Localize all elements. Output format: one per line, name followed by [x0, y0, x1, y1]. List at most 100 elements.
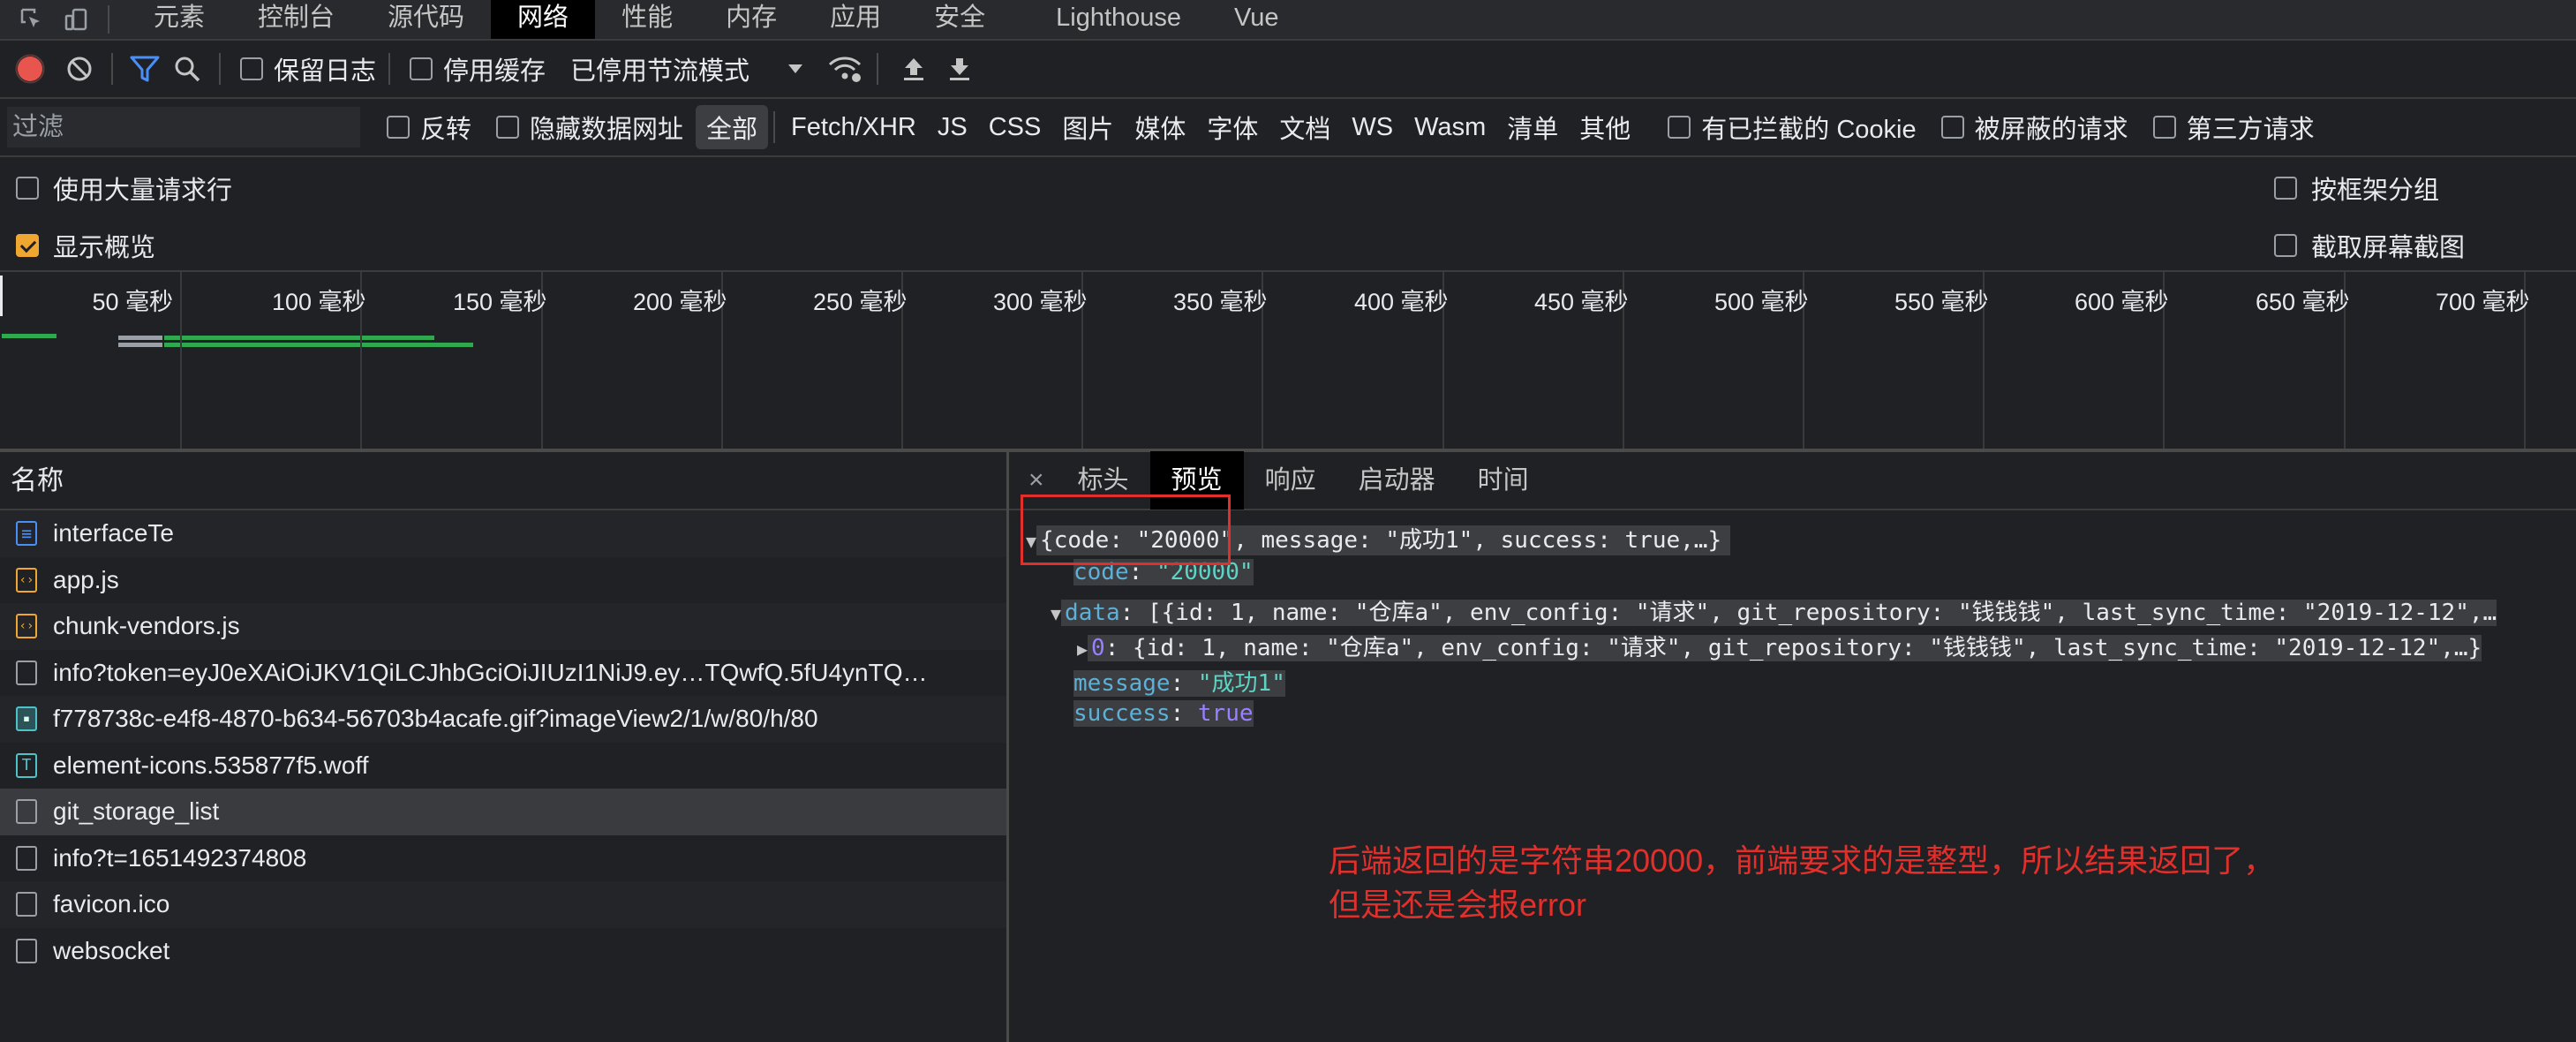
type-filter-js[interactable]: JS [927, 109, 978, 146]
chevron-down-icon[interactable] [787, 63, 804, 75]
request-row[interactable]: websocket [0, 928, 1006, 975]
request-name: favicon.ico [53, 890, 170, 918]
annotation-text: 后端返回的是字符串20000，前端要求的是整型，所以结果返回了， 但是还是会报e… [1329, 839, 2275, 927]
show-overview-option: 显示概览 [16, 227, 155, 264]
timeline-tick-label: 300 毫秒 [993, 289, 1088, 315]
request-row[interactable]: git_storage_list [0, 789, 1006, 835]
timeline-overview[interactable]: 50 毫秒 100 毫秒 150 毫秒 200 毫秒 250 毫秒 300 毫秒 350 毫… [0, 272, 2576, 449]
json-item0-row[interactable]: ▶ 0: {id: 1, name: "仓库a", env_config: "请求… [1077, 630, 2482, 662]
request-row[interactable]: favicon.ico [0, 881, 1006, 928]
import-har-icon[interactable] [894, 49, 933, 88]
blocked-requests-checkbox[interactable] [1940, 116, 1964, 139]
group-by-frame-checkbox[interactable] [2274, 177, 2297, 200]
json-key: success [1073, 700, 1171, 727]
tab-memory[interactable]: 内存 [699, 0, 803, 39]
file-icon [16, 938, 37, 963]
clear-button[interactable] [60, 49, 99, 88]
blocked-requests-label: 被屏蔽的请求 [1974, 116, 2128, 144]
blocked-cookies-checkbox[interactable] [1668, 116, 1691, 139]
search-icon[interactable] [168, 49, 207, 88]
request-name: element-icons.535877f5.woff [53, 751, 369, 779]
json-array-summary: [{id: 1, name: "仓库a", env_config: "请求", … [1147, 600, 2497, 626]
record-button[interactable] [11, 49, 49, 88]
preserve-log-checkbox[interactable] [240, 57, 263, 80]
request-row[interactable]: ▪ f778738c-e4f8-4870-b634-56703b4acafe.gi… [0, 696, 1006, 743]
type-filter-doc[interactable]: 文档 [1269, 105, 1341, 149]
timeline-tick-label: 550 毫秒 [1894, 289, 1989, 315]
font-icon: T [16, 752, 37, 778]
request-name: chunk-vendors.js [53, 612, 240, 640]
show-overview-checkbox[interactable] [16, 234, 39, 257]
request-row[interactable]: info?token=eyJ0eXAiOiJKV1QiLCJhbGciOiJIU… [0, 650, 1006, 697]
json-data-row[interactable]: ▼ data: [{id: 1, name: "仓库a", env_config:… [1051, 594, 2497, 627]
type-filter-media[interactable]: 媒体 [1124, 105, 1196, 149]
timeline-cursor [0, 276, 3, 316]
request-row[interactable]: ‹› app.js [0, 557, 1006, 604]
capture-screenshots-checkbox[interactable] [2274, 234, 2297, 257]
group-by-frame-option: 按框架分组 [2274, 170, 2439, 207]
tab-console[interactable]: 控制台 [231, 0, 361, 39]
show-overview-label: 显示概览 [53, 234, 156, 262]
toolbar-divider [877, 53, 879, 85]
toolbar-divider [111, 53, 113, 85]
request-row[interactable]: info?t=1651492374808 [0, 835, 1006, 882]
expand-triangle-icon[interactable]: ▼ [1051, 603, 1061, 624]
export-har-icon[interactable] [940, 49, 979, 88]
close-icon[interactable]: × [1009, 465, 1057, 495]
type-filter-all[interactable]: 全部 [696, 105, 769, 149]
tab-elements[interactable]: 元素 [127, 0, 231, 39]
timeline-tick-label: 600 毫秒 [2075, 289, 2169, 315]
collapse-triangle-icon[interactable]: ▶ [1077, 638, 1088, 660]
timeline-tick-label: 450 毫秒 [1534, 289, 1629, 315]
name-column-header[interactable]: 名称 [0, 452, 1006, 510]
type-filter-other[interactable]: 其他 [1569, 105, 1641, 149]
large-rows-checkbox[interactable] [16, 177, 39, 200]
timeline-tick-label: 350 毫秒 [1173, 289, 1268, 315]
inspect-element-icon[interactable] [19, 7, 44, 32]
tab-performance[interactable]: 性能 [595, 0, 699, 39]
tab-initiator[interactable]: 启动器 [1337, 451, 1457, 510]
filter-funnel-icon[interactable] [125, 49, 164, 88]
json-object-summary: {id: 1, name: "仓库a", env_config: "请求", g… [1133, 635, 2482, 661]
network-conditions-icon[interactable] [825, 49, 864, 88]
request-row[interactable]: ‹› chunk-vendors.js [0, 603, 1006, 650]
request-name: info?token=eyJ0eXAiOiJKV1QiLCJhbGciOiJIU… [53, 658, 928, 686]
tab-sources[interactable]: 源代码 [361, 0, 491, 39]
type-filter-font[interactable]: 字体 [1196, 105, 1269, 149]
timeline-tick-label: 200 毫秒 [633, 289, 727, 315]
timeline-gridline [180, 272, 182, 449]
tab-response[interactable]: 响应 [1244, 451, 1337, 510]
invert-checkbox[interactable] [387, 116, 410, 139]
type-filter-fetch-xhr[interactable]: Fetch/XHR [780, 109, 927, 146]
type-filter-ws[interactable]: WS [1341, 109, 1404, 146]
timeline-tick-label: 700 毫秒 [2436, 289, 2530, 315]
invert-label: 反转 [420, 116, 472, 144]
type-filter-css[interactable]: CSS [978, 109, 1052, 146]
waterfall-bar [118, 343, 162, 347]
request-row[interactable]: Telement-icons.535877f5.woff [0, 743, 1006, 789]
third-party-checkbox[interactable] [2152, 116, 2176, 139]
filter-input[interactable]: 过滤 [7, 107, 360, 147]
throttling-select[interactable]: 已停用节流模式 [570, 50, 749, 87]
disable-cache-checkbox[interactable] [410, 57, 433, 80]
type-filter-manifest[interactable]: 清单 [1496, 105, 1569, 149]
tab-network[interactable]: 网络 [491, 0, 596, 39]
type-filter-img[interactable]: 图片 [1051, 105, 1124, 149]
type-filter-wasm[interactable]: Wasm [1404, 109, 1496, 146]
file-icon [16, 660, 37, 685]
tab-application[interactable]: 应用 [803, 0, 908, 39]
timeline-tick-label: 100 毫秒 [272, 289, 366, 315]
device-toolbar-icon[interactable] [64, 7, 88, 32]
tab-security[interactable]: 安全 [908, 0, 1012, 39]
request-row[interactable]: ≡ interfaceTe [0, 510, 1006, 557]
annotation-highlight-box [1021, 495, 1231, 565]
request-name: git_storage_list [53, 797, 220, 826]
timeline-tick-label: 400 毫秒 [1354, 289, 1449, 315]
tab-vue[interactable]: Vue [1208, 0, 1306, 39]
image-icon: ▪ [16, 706, 37, 732]
document-icon: ≡ [16, 521, 37, 547]
tab-lighthouse[interactable]: Lighthouse [1012, 0, 1208, 39]
script-icon: ‹› [16, 614, 37, 639]
tab-timing[interactable]: 时间 [1457, 451, 1550, 510]
hide-data-urls-checkbox[interactable] [496, 116, 520, 139]
